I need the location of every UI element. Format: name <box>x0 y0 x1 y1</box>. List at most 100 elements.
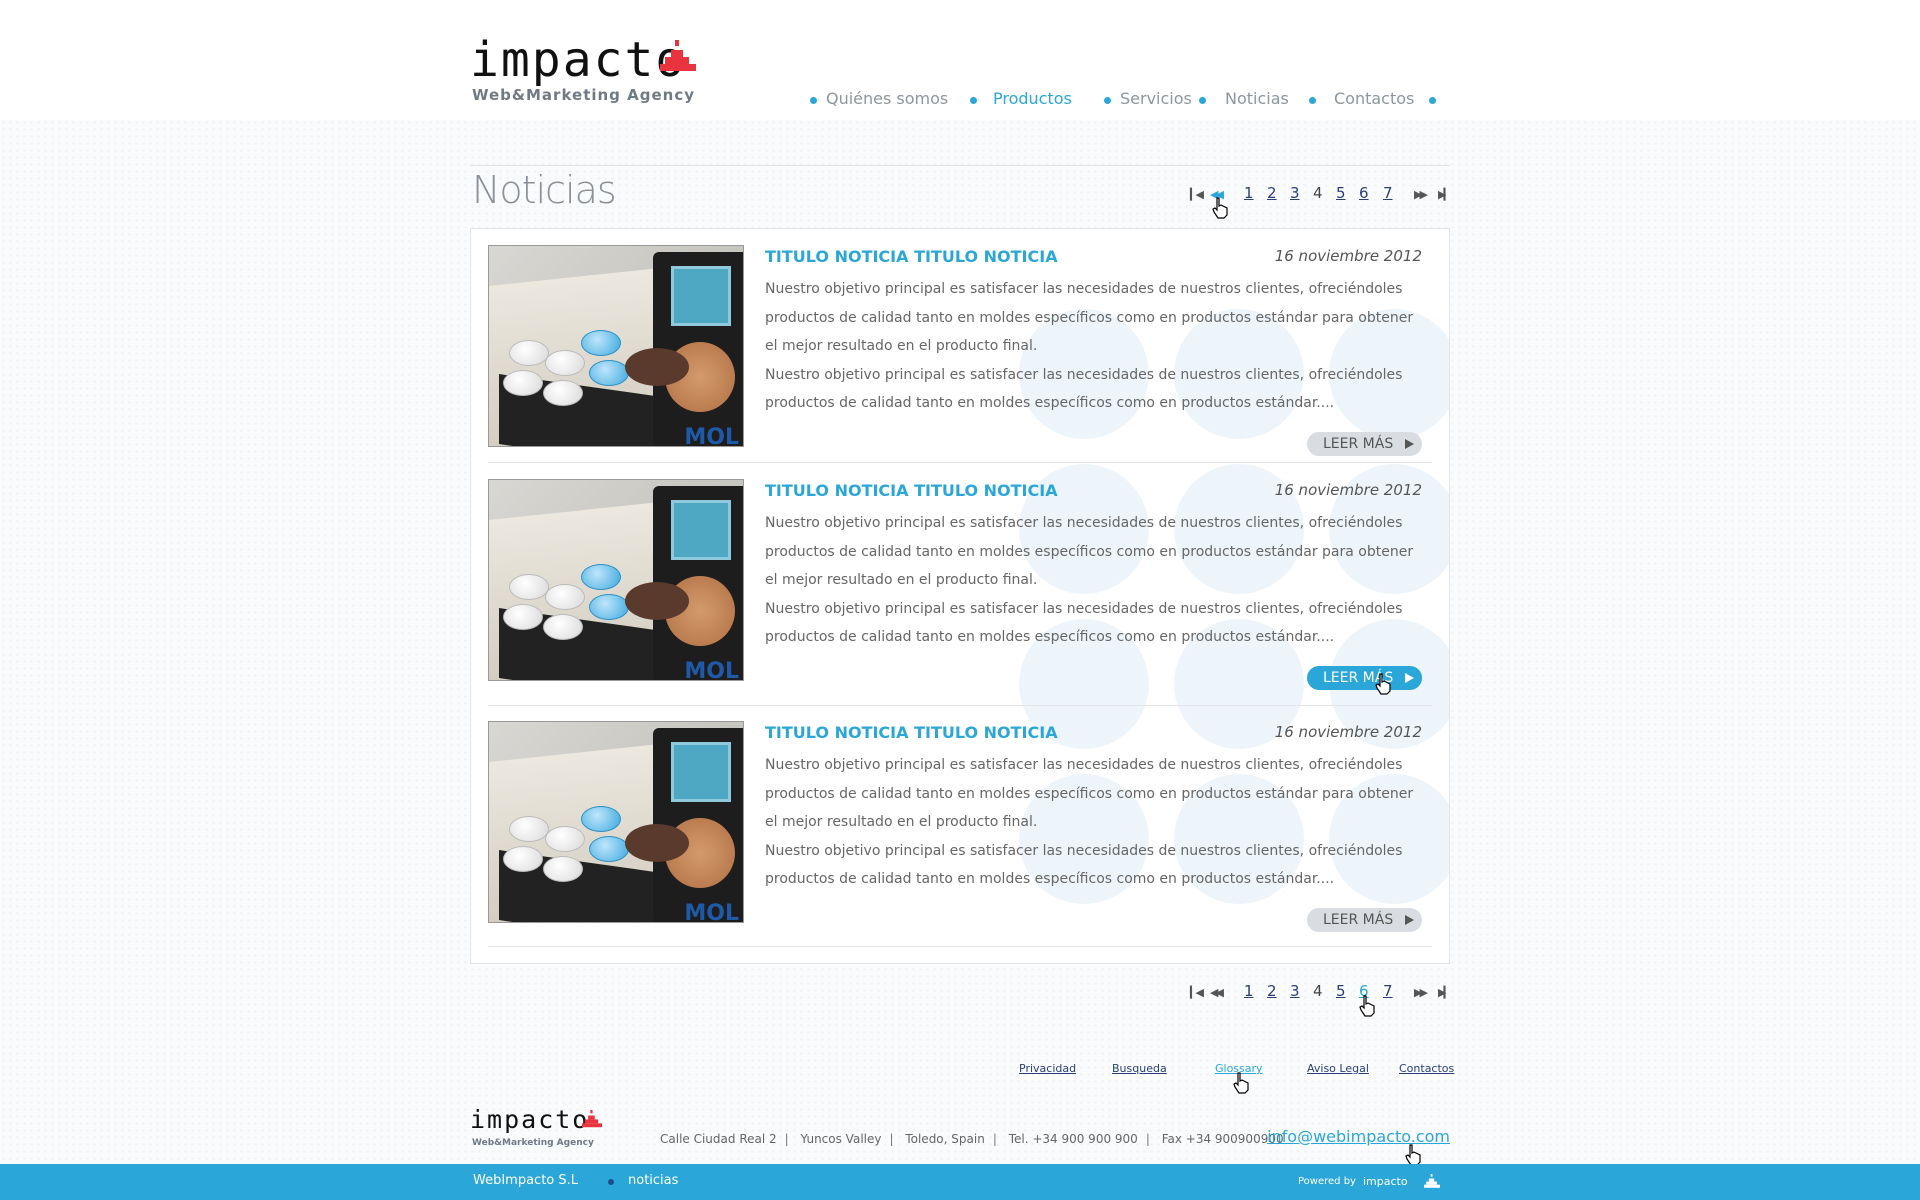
news-paragraph: Nuestro objetivo principal es satisfacer… <box>765 366 1403 412</box>
page-link-5[interactable]: 5 <box>1336 184 1346 202</box>
news-item: MOL TITULO NOTICIA TITULO NOTICIA 16 nov… <box>488 479 1432 699</box>
nav-item-quienes-somos[interactable]: Quiénes somos <box>826 89 948 108</box>
play-arrow-icon <box>1405 915 1414 925</box>
logo-tagline: Web&Marketing Agency <box>472 86 696 104</box>
news-divider <box>488 462 1432 463</box>
powered-by-brand[interactable]: impacto <box>1363 1175 1408 1188</box>
page-link-7[interactable]: 7 <box>1383 184 1393 202</box>
powered-by-pyramid-icon <box>1424 1174 1440 1188</box>
footer-links: Privacidad Busqueda Glossary Aviso Legal… <box>470 1062 1454 1082</box>
bottom-bar: WebImpacto S.L noticias Powered by impac… <box>0 1164 1920 1200</box>
footer-link-busqueda[interactable]: Busqueda <box>1112 1062 1167 1075</box>
pointer-cursor-icon <box>1405 1144 1421 1166</box>
news-thumbnail[interactable]: MOL <box>488 479 744 681</box>
nav-bullet <box>1199 97 1206 104</box>
news-paragraph: Nuestro objetivo principal es satisfacer… <box>765 757 1414 830</box>
news-date: 16 noviembre 2012 <box>1274 247 1422 265</box>
logo-wordmark: impacto <box>470 32 687 88</box>
nav-item-noticias[interactable]: Noticias <box>1225 89 1289 108</box>
footer-link-privacidad[interactable]: Privacidad <box>1019 1062 1076 1075</box>
play-arrow-icon <box>1405 439 1414 449</box>
pointer-cursor-icon <box>1233 1072 1249 1094</box>
breadcrumb-bullet <box>608 1179 614 1185</box>
page-current-4: 4 <box>1313 982 1323 1000</box>
footer-logo[interactable]: impacto Web&Marketing Agency <box>470 1105 620 1152</box>
footer-link-aviso-legal[interactable]: Aviso Legal <box>1307 1062 1369 1075</box>
page-link-2[interactable]: 2 <box>1267 982 1277 1000</box>
address-city: Toledo, Spain <box>905 1132 985 1146</box>
read-more-label: LEER MÁS <box>1323 912 1394 928</box>
news-paragraph: Nuestro objetivo principal es satisfacer… <box>765 515 1414 588</box>
news-date: 16 noviembre 2012 <box>1274 723 1422 741</box>
read-more-label: LEER MÁS <box>1323 436 1394 452</box>
read-more-button[interactable]: LEER MÁS <box>1307 432 1422 456</box>
nav-bullet <box>1104 97 1111 104</box>
last-page-icon[interactable]: ▶▎ <box>1438 188 1452 201</box>
nav-item-contactos[interactable]: Contactos <box>1334 89 1414 108</box>
news-item: MOL TITULO NOTICIA TITULO NOTICIA 16 nov… <box>488 245 1432 465</box>
news-date: 16 noviembre 2012 <box>1274 481 1422 499</box>
nav-bullet <box>970 97 977 104</box>
news-list: MOL TITULO NOTICIA TITULO NOTICIA 16 nov… <box>470 228 1450 964</box>
page-link-1[interactable]: 1 <box>1244 184 1254 202</box>
address-street: Calle Ciudad Real 2 <box>660 1132 777 1146</box>
address-phone: Tel. +34 900 900 900 <box>1008 1132 1138 1146</box>
news-title[interactable]: TITULO NOTICIA TITULO NOTICIA <box>765 481 1058 500</box>
last-page-icon[interactable]: ▶▎ <box>1438 986 1452 999</box>
nav-bullet <box>810 97 817 104</box>
page-link-6[interactable]: 6 <box>1359 184 1369 202</box>
nav-item-servicios[interactable]: Servicios <box>1120 89 1192 108</box>
previous-page-icon[interactable]: ◀◀ <box>1210 986 1224 999</box>
pagination-bottom: ▎◀ ◀◀ 1 2 3 4 5 6 7 ▶▶ ▶▎ <box>1190 982 1460 1006</box>
company-name: WebImpacto S.L <box>473 1173 579 1188</box>
company-address: Calle Ciudad Real 2 | Yuncos Valley | Tole… <box>660 1132 1284 1146</box>
page-link-3[interactable]: 3 <box>1290 184 1300 202</box>
news-thumbnail[interactable]: MOL <box>488 721 744 923</box>
footer-logo-tagline: Web&Marketing Agency <box>472 1138 594 1148</box>
news-excerpt: Nuestro objetivo principal es satisfacer… <box>765 509 1425 652</box>
news-title[interactable]: TITULO NOTICIA TITULO NOTICIA <box>765 247 1058 266</box>
news-divider <box>488 946 1432 947</box>
page-current-4: 4 <box>1313 184 1323 202</box>
play-arrow-icon <box>1405 673 1414 683</box>
page-link-5[interactable]: 5 <box>1336 982 1346 1000</box>
news-item: MOL TITULO NOTICIA TITULO NOTICIA 16 nov… <box>488 721 1432 941</box>
news-title[interactable]: TITULO NOTICIA TITULO NOTICIA <box>765 723 1058 742</box>
address-area: Yuncos Valley <box>800 1132 882 1146</box>
first-page-icon[interactable]: ▎◀ <box>1190 188 1204 201</box>
news-paragraph: Nuestro objetivo principal es satisfacer… <box>765 600 1403 646</box>
site-logo[interactable]: impacto Web&Marketing Agency <box>470 32 730 116</box>
page-link-2[interactable]: 2 <box>1267 184 1277 202</box>
nav-item-productos[interactable]: Productos <box>993 89 1072 108</box>
main-nav: Quiénes somos Productos Servicios Notici… <box>810 89 1450 113</box>
page-link-1[interactable]: 1 <box>1244 982 1254 1000</box>
pointer-cursor-icon <box>1375 673 1391 695</box>
footer-link-contactos[interactable]: Contactos <box>1399 1062 1454 1075</box>
footer-logo-wordmark: impacto <box>470 1105 590 1134</box>
news-excerpt: Nuestro objetivo principal es satisfacer… <box>765 275 1425 418</box>
next-page-icon[interactable]: ▶▶ <box>1414 188 1428 201</box>
pointer-cursor-icon <box>1212 197 1228 219</box>
next-page-icon[interactable]: ▶▶ <box>1414 986 1428 999</box>
pointer-cursor-icon <box>1359 995 1375 1017</box>
news-paragraph: Nuestro objetivo principal es satisfacer… <box>765 281 1414 354</box>
nav-bullet <box>1429 97 1436 104</box>
first-page-icon[interactable]: ▎◀ <box>1190 986 1204 999</box>
logo-pyramid-icon <box>660 40 696 71</box>
page-title: Noticias <box>472 168 617 212</box>
news-paragraph: Nuestro objetivo principal es satisfacer… <box>765 842 1403 888</box>
breadcrumb-current[interactable]: noticias <box>628 1173 678 1188</box>
read-more-button[interactable]: LEER MÁS <box>1307 908 1422 932</box>
page-link-7[interactable]: 7 <box>1383 982 1393 1000</box>
contact-email-link[interactable]: info@webimpacto.com <box>1267 1127 1450 1146</box>
title-divider <box>470 165 1450 166</box>
news-thumbnail[interactable]: MOL <box>488 245 744 447</box>
pagination-top: ▎◀ ◀◀ 1 2 3 4 5 6 7 ▶▶ ▶▎ <box>1190 184 1460 208</box>
powered-by-label: Powered by <box>1298 1176 1356 1187</box>
footer-logo-pyramid-icon <box>582 1110 602 1128</box>
page-link-3[interactable]: 3 <box>1290 982 1300 1000</box>
read-more-button[interactable]: LEER MÁS <box>1307 666 1422 690</box>
address-fax: Fax +34 900900900 <box>1161 1132 1284 1146</box>
nav-bullet <box>1309 97 1316 104</box>
news-divider <box>488 705 1432 706</box>
